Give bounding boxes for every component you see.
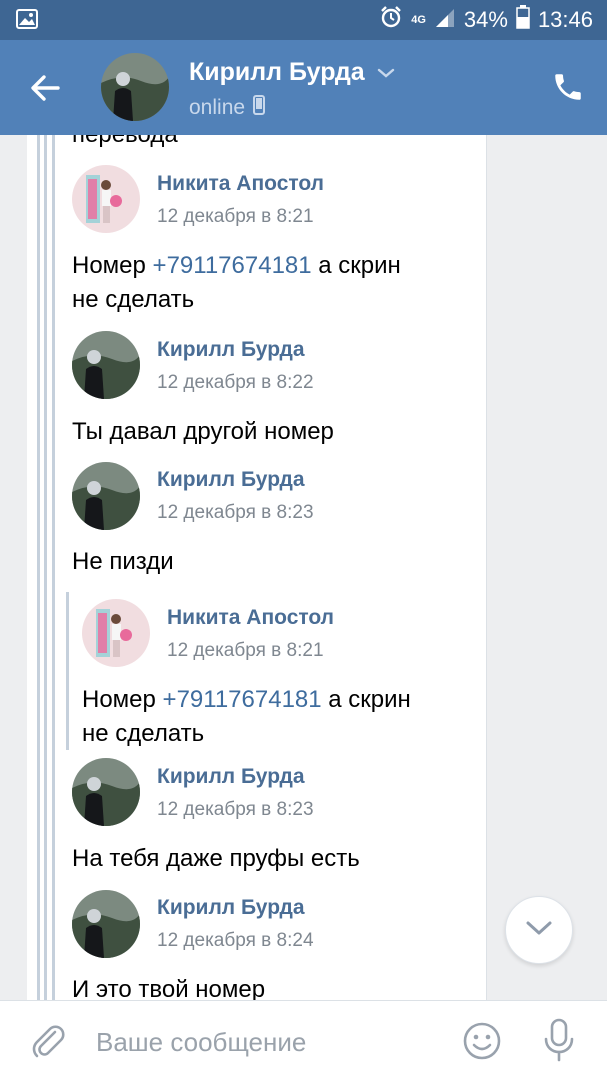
message-time: 12 декабря в 8:21 (157, 206, 314, 227)
quote-line (44, 135, 47, 1000)
quote-line (52, 135, 55, 1000)
status-text: online (189, 96, 246, 119)
emoji-icon[interactable] (462, 1021, 502, 1061)
message-author[interactable]: Кирилл Бурда (157, 338, 305, 362)
quote-line (66, 592, 69, 750)
chat-title[interactable]: Кирилл Бурда (189, 58, 365, 87)
message-author[interactable]: Кирилл Бурда (157, 468, 305, 492)
battery-icon (516, 5, 530, 35)
message-author[interactable]: Никита Апостол (167, 606, 334, 630)
signal-icon (434, 6, 456, 34)
avatar[interactable] (82, 599, 150, 667)
message-time: 12 декабря в 8:22 (157, 372, 314, 393)
message-text: Не пизди (72, 548, 174, 575)
avatar[interactable] (72, 890, 140, 958)
message-time: 12 декабря в 8:23 (157, 799, 314, 820)
attach-icon[interactable] (28, 1021, 68, 1061)
battery-percent: 34% (463, 7, 508, 32)
scroll-down-icon (524, 919, 554, 942)
online-status: online (189, 95, 266, 121)
message-time: 12 декабря в 8:21 (167, 640, 324, 661)
message-text: Номер +79117674181 а скрин (72, 252, 401, 279)
avatar[interactable] (72, 758, 140, 826)
mobile-icon (253, 95, 266, 121)
image-icon (16, 9, 38, 34)
message-text: Ты давал другой номер (72, 418, 334, 445)
message-author[interactable]: Кирилл Бурда (157, 765, 305, 789)
chat-header: Кирилл Бурда online (0, 40, 607, 135)
phone-icon[interactable] (551, 70, 585, 104)
message-text: И это твой номер (72, 976, 266, 1000)
status-bar: 4G 34% 13:46 (0, 0, 607, 40)
message-text: На тебя даже пруфы есть (72, 845, 360, 872)
message-author[interactable]: Кирилл Бурда (157, 896, 305, 920)
message-text: Номер +79117674181 а скрин (82, 686, 411, 713)
message-text-partial: перевода (72, 135, 178, 152)
message-input[interactable] (96, 1023, 436, 1061)
message-text: не сделать (82, 720, 205, 747)
chevron-down-icon[interactable] (376, 66, 396, 80)
message-time: 12 декабря в 8:23 (157, 502, 314, 523)
quote-line (37, 135, 40, 1000)
back-arrow-icon[interactable] (26, 68, 66, 108)
alarm-icon (379, 5, 403, 35)
clock: 13:46 (537, 7, 593, 32)
message-author[interactable]: Никита Апостол (157, 172, 324, 196)
message-time: 12 декабря в 8:24 (157, 930, 314, 951)
scroll-down-button[interactable] (505, 896, 573, 964)
avatar[interactable] (72, 462, 140, 530)
avatar[interactable] (72, 331, 140, 399)
network-type: 4G (411, 14, 426, 26)
phone-link[interactable]: +79117674181 (153, 252, 312, 279)
avatar[interactable] (72, 165, 140, 233)
phone-link[interactable]: +79117674181 (163, 686, 322, 713)
mic-icon[interactable] (541, 1017, 577, 1063)
avatar[interactable] (101, 53, 169, 121)
message-text: не сделать (72, 286, 195, 313)
message-list[interactable]: перевода Никита Апостол 12 декабря в 8:2… (0, 135, 607, 1000)
message-composer (0, 1000, 607, 1080)
